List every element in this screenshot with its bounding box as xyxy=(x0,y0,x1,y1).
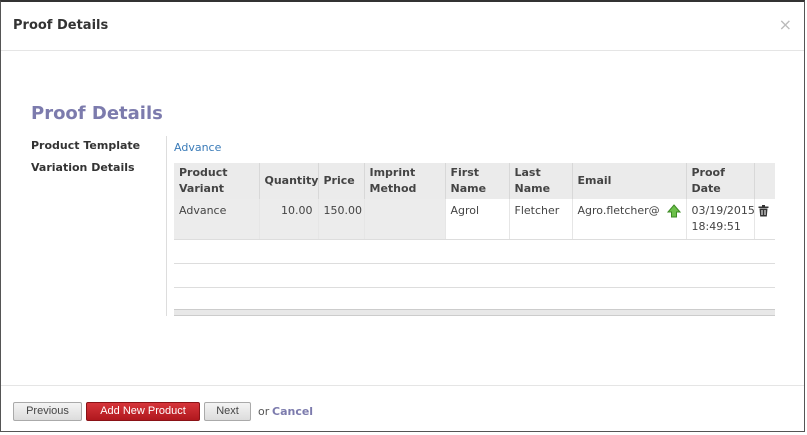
column-header-imprint-method[interactable]: Imprint Method xyxy=(364,163,446,199)
cell-imprint-method[interactable] xyxy=(364,199,446,240)
section-title: Proof Details xyxy=(31,103,163,124)
proof-details-dialog: Proof Details × Proof Details Product Te… xyxy=(0,0,805,432)
dialog-footer: Previous Add New Product Next or Cancel xyxy=(1,385,804,434)
column-header-last-name[interactable]: Last Name xyxy=(509,163,573,199)
next-button[interactable]: Next xyxy=(204,402,251,421)
close-icon[interactable]: × xyxy=(779,15,792,34)
column-header-quantity[interactable]: Quantity xyxy=(259,163,319,199)
empty-row xyxy=(174,263,775,288)
cell-price[interactable]: 150.00 xyxy=(318,199,365,240)
cell-proof-date[interactable]: 03/19/2015 18:49:51 xyxy=(686,199,755,240)
cell-last-name[interactable]: Fletcher xyxy=(509,199,573,240)
column-header-product-variant[interactable]: Product Variant xyxy=(174,163,260,199)
or-text: or xyxy=(258,405,270,418)
dialog-header: Proof Details × xyxy=(1,2,804,51)
trash-icon[interactable] xyxy=(758,205,769,220)
table-row[interactable]: Advance 10.00 150.00 Agrol Fletcher Agro… xyxy=(174,199,775,240)
cell-email[interactable]: Agro.fletcher@ xyxy=(572,199,687,240)
cancel-link[interactable]: Cancel xyxy=(272,405,313,418)
dialog-title: Proof Details xyxy=(13,18,109,33)
cell-first-name[interactable]: Agrol xyxy=(445,199,510,240)
column-header-first-name[interactable]: First Name xyxy=(445,163,510,199)
product-template-link[interactable]: Advance xyxy=(174,141,221,154)
cell-product-variant[interactable]: Advance xyxy=(174,199,260,240)
form-divider xyxy=(166,136,167,316)
column-header-price[interactable]: Price xyxy=(318,163,365,199)
column-header-proof-date[interactable]: Proof Date xyxy=(686,163,755,199)
horizontal-scrollbar[interactable] xyxy=(174,309,775,316)
cell-delete[interactable] xyxy=(754,199,775,240)
upload-arrow-icon[interactable] xyxy=(666,204,681,223)
previous-button[interactable]: Previous xyxy=(13,402,82,421)
cell-quantity[interactable]: 10.00 xyxy=(259,199,319,240)
variation-details-label: Variation Details xyxy=(31,161,135,174)
email-value: Agro.fletcher@ xyxy=(577,204,660,217)
empty-row xyxy=(174,239,775,264)
add-new-product-button[interactable]: Add New Product xyxy=(86,402,200,421)
product-template-label: Product Template xyxy=(31,139,141,152)
table-header-row: Product Variant Quantity Price Imprint M… xyxy=(174,163,775,199)
variation-details-table: Product Variant Quantity Price Imprint M… xyxy=(174,163,775,288)
column-header-actions xyxy=(754,163,775,199)
column-header-email[interactable]: Email xyxy=(572,163,687,199)
